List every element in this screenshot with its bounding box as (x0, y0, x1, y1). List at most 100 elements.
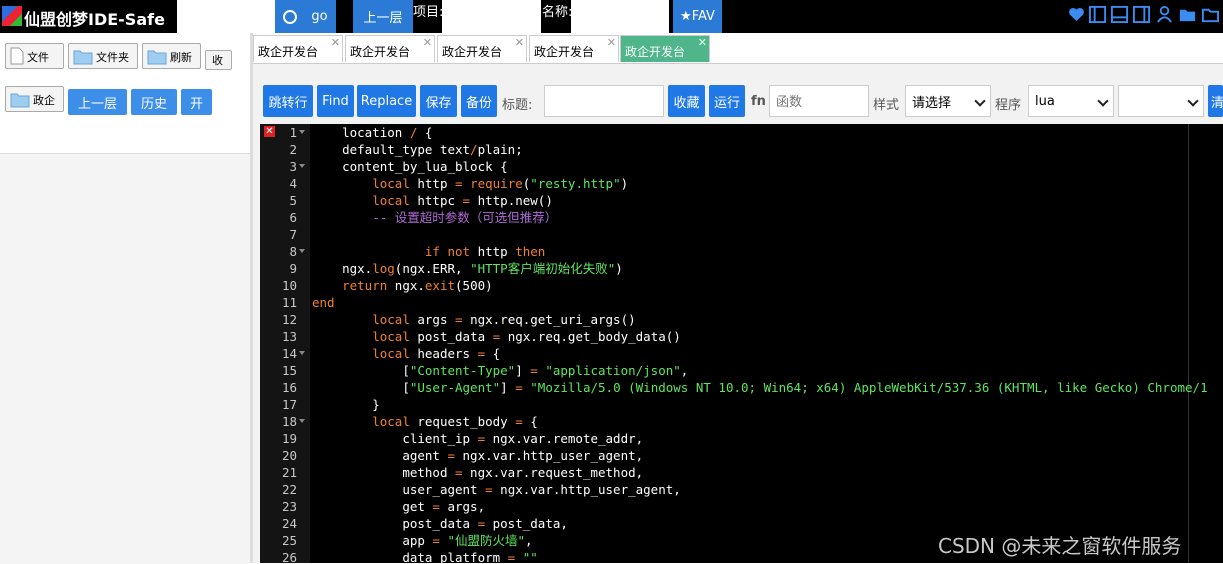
current-folder-button[interactable]: 政企 (5, 86, 64, 112)
line-number: 19 (281, 431, 297, 446)
program-select[interactable]: lua (1028, 85, 1114, 117)
replace-button[interactable]: Replace (357, 85, 416, 117)
code-token: "Mozilla/5.0 (Windows NT 10.0; Win64; x6… (530, 380, 1208, 395)
code-line[interactable]: 16 ["User-Agent"] = "Mozilla/5.0 (Window… (260, 379, 1223, 396)
code-token: ngx.var.request_method, (462, 465, 644, 480)
line-number: 25 (281, 533, 297, 548)
file-tree[interactable] (0, 153, 250, 564)
code-token: = (515, 414, 523, 429)
function-input[interactable] (769, 85, 869, 117)
code-line[interactable]: 10 return ngx.exit(500) (260, 277, 1223, 294)
sidebar-right-icon[interactable] (1132, 5, 1151, 24)
code-line[interactable]: 22 user_agent = ngx.var.http_user_agent, (260, 481, 1223, 498)
code-text: -- 设置超时参数（可选但推荐） (312, 209, 557, 226)
tab-bar: 政企开发台 ✕ 政企开发台 ✕ 政企开发台 ✕ 政企开发台 ✕ 政企开发台 ✕ (253, 33, 1223, 64)
line-number: 7 (289, 227, 297, 242)
code-line[interactable]: 12 local args = ngx.req.get_uri_args() (260, 311, 1223, 328)
fold-toggle-icon[interactable] (299, 419, 305, 423)
title-input[interactable] (544, 85, 664, 117)
path-input[interactable] (177, 0, 275, 33)
backup-button[interactable]: 备份 (461, 85, 497, 117)
code-token: content_by_lua_block { (342, 159, 508, 174)
code-line[interactable]: 21 method = ngx.var.request_method, (260, 464, 1223, 481)
code-line[interactable]: 13 local post_data = ngx.req.get_body_da… (260, 328, 1223, 345)
collapse-button[interactable]: 收 (205, 50, 232, 70)
refresh-button[interactable]: 刷新 (142, 43, 201, 69)
code-line[interactable]: 2 default_type text/plain; (260, 141, 1223, 158)
code-editor[interactable]: ✕ 1 location / {2 default_type text/plain… (260, 124, 1223, 563)
code-line[interactable]: 23 get = args, (260, 498, 1223, 515)
code-line[interactable]: 5 local httpc = http.new() (260, 192, 1223, 209)
style-select[interactable]: 请选择 (905, 85, 991, 117)
left-up-button[interactable]: 上一层 (68, 89, 127, 115)
run-button[interactable]: 运行 (709, 85, 745, 117)
code-line[interactable]: 20 agent = ngx.var.http_user_agent, (260, 447, 1223, 464)
history-button[interactable]: 历史 (131, 89, 177, 115)
tab-editor-2[interactable]: 政企开发台 ✕ (345, 35, 435, 62)
code-token: "HTTP客户端初始化失败" (470, 261, 616, 276)
fold-toggle-icon[interactable] (299, 164, 305, 168)
line-number: 2 (289, 142, 297, 157)
fold-toggle-icon[interactable] (299, 351, 305, 355)
top-up-button[interactable]: 上一层 (353, 0, 413, 33)
extra-select[interactable] (1118, 85, 1204, 117)
go-button[interactable]: go (275, 0, 336, 33)
project-input[interactable] (442, 0, 541, 33)
favorite-button[interactable]: 收藏 (668, 85, 705, 117)
tab-editor-5-active[interactable]: 政企开发台 ✕ (620, 35, 710, 62)
code-text: app = "仙盟防火墙", (312, 532, 532, 549)
close-icon[interactable]: ✕ (698, 36, 707, 49)
code-text: } (312, 396, 380, 413)
code-line[interactable]: 7 (260, 226, 1223, 243)
close-icon[interactable]: ✕ (515, 36, 524, 49)
code-token: app (402, 533, 433, 548)
user-icon[interactable] (1155, 5, 1174, 24)
code-token: http (470, 244, 516, 259)
find-button[interactable]: Find (317, 85, 354, 117)
code-line[interactable]: 11 end (260, 294, 1223, 311)
sidebar-left-icon[interactable] (1088, 5, 1107, 24)
code-token: = (462, 193, 471, 208)
code-line[interactable]: 8 if not http then (260, 243, 1223, 260)
close-icon[interactable]: ✕ (607, 36, 616, 49)
open-button[interactable]: 开 (181, 89, 212, 115)
code-text: ["Content-Type"] = "application/json", (312, 362, 688, 379)
code-line[interactable]: 3 content_by_lua_block { (260, 158, 1223, 175)
folder-icon[interactable] (1178, 5, 1197, 24)
new-folder-button[interactable]: 文件夹 (68, 43, 138, 69)
code-line[interactable]: 4 local http = require("resty.http") (260, 175, 1223, 192)
code-line[interactable]: 17 } (260, 396, 1223, 413)
code-line[interactable]: 14 local headers = { (260, 345, 1223, 362)
code-line[interactable]: 15 ["Content-Type"] = "application/json"… (260, 362, 1223, 379)
line-number: 10 (281, 278, 297, 293)
close-icon[interactable]: ✕ (331, 36, 340, 49)
close-icon[interactable]: ✕ (423, 36, 432, 49)
panel-bottom-icon[interactable] (1110, 5, 1129, 24)
name-input[interactable] (571, 0, 669, 33)
file-icon (10, 47, 24, 65)
tab-editor-3[interactable]: 政企开发台 ✕ (437, 35, 527, 62)
line-number: 21 (281, 465, 297, 480)
save-button[interactable]: 保存 (420, 85, 457, 117)
code-line[interactable]: 18 local request_body = { (260, 413, 1223, 430)
heart-icon[interactable] (1067, 5, 1086, 24)
fold-toggle-icon[interactable] (299, 249, 305, 253)
code-line[interactable]: 19 client_ip = ngx.var.remote_addr, (260, 430, 1223, 447)
fav-button[interactable]: ★FAV (673, 0, 722, 33)
folder-open-icon[interactable] (1201, 5, 1220, 24)
code-line[interactable]: 6 -- 设置超时参数（可选但推荐） (260, 209, 1223, 226)
code-token: = (432, 499, 440, 514)
clear-button[interactable]: 清 (1208, 85, 1223, 117)
code-line[interactable]: 9 ngx.log(ngx.ERR, "HTTP客户端初始化失败") (260, 260, 1223, 277)
new-file-button[interactable]: 文件 (5, 43, 64, 69)
tab-editor-1[interactable]: 政企开发台 ✕ (253, 35, 343, 62)
code-line[interactable]: ✕ 1 location / { (260, 124, 1223, 141)
chevron-down-icon (1097, 95, 1109, 107)
goto-line-button[interactable]: 跳转行 (263, 85, 313, 117)
new-file-label: 文件 (27, 51, 49, 64)
fold-toggle-icon[interactable] (299, 130, 305, 134)
tab-editor-4[interactable]: 政企开发台 ✕ (529, 35, 619, 62)
code-text: get = args, (312, 498, 485, 515)
line-number: 24 (281, 516, 297, 531)
chevron-down-icon (1187, 95, 1199, 107)
